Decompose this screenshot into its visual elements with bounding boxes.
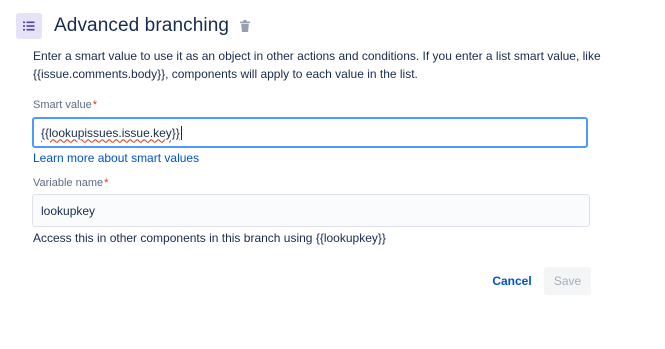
component-header: Advanced branching — [16, 12, 252, 40]
smart-value-input[interactable]: {{lookupissues.issue.key}} — [32, 117, 588, 148]
variable-name-value: lookupkey — [41, 203, 96, 218]
learn-more-smart-values-link[interactable]: Learn more about smart values — [33, 151, 199, 165]
trash-icon — [240, 20, 251, 32]
variable-name-helper-text: Access this in other components in this … — [33, 231, 386, 245]
save-button[interactable]: Save — [544, 267, 591, 295]
variable-name-label: Variable name* — [33, 177, 108, 189]
variable-name-input[interactable]: lookupkey — [32, 194, 590, 227]
text-caret — [180, 125, 182, 140]
list-icon — [23, 21, 35, 31]
component-description: Enter a smart value to use it as an obje… — [33, 49, 601, 81]
variable-name-label-text: Variable name — [33, 177, 104, 189]
smart-value-text: {{lookupissues.issue.key}} — [41, 125, 180, 140]
required-marker: * — [104, 177, 109, 189]
required-marker: * — [92, 99, 97, 111]
smart-value-label: Smart value* — [33, 99, 97, 111]
smart-value-label-text: Smart value — [33, 99, 92, 111]
delete-component-button[interactable] — [238, 19, 252, 33]
branch-component-icon — [16, 13, 42, 39]
page-title: Advanced branching — [54, 15, 230, 36]
cancel-button[interactable]: Cancel — [487, 267, 537, 295]
